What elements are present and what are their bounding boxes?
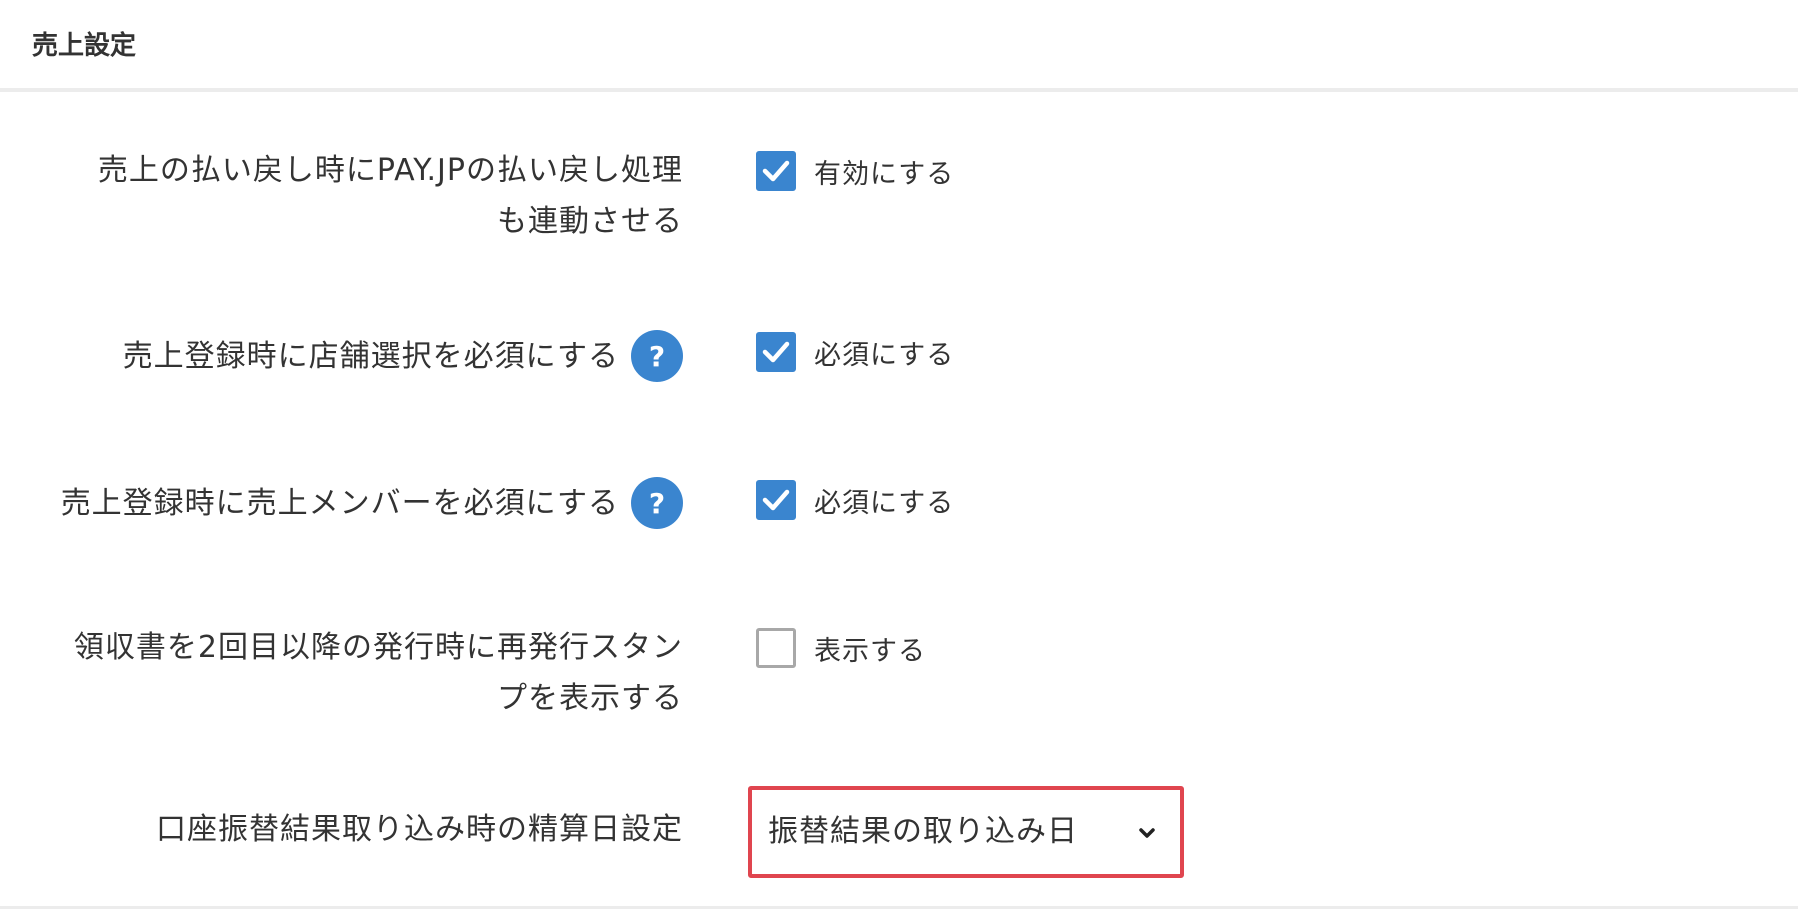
member-required-option-label[interactable]: 必須にする: [814, 481, 954, 520]
reissue-stamp-option-label[interactable]: 表示する: [814, 629, 926, 668]
chevron-down-icon: [1139, 828, 1155, 838]
setting-label-line: 売上の払い戻し時にPAY.JPの払い戻し処理: [97, 153, 683, 188]
setting-label-line: 領収書を2回目以降の発行時に再発行スタン: [73, 630, 683, 665]
check-icon: [762, 160, 790, 182]
setting-label-member-required: 売上登録時に売上メンバーを必須にする ?: [3, 477, 683, 529]
setting-label-line: プを表示する: [497, 681, 683, 716]
setting-label-text: 売上登録時に売上メンバーを必須にする: [60, 485, 619, 521]
setting-label-line: も連動させる: [497, 204, 683, 239]
setting-label-store-required: 売上登録時に店舗選択を必須にする ?: [3, 330, 683, 382]
question-icon[interactable]: ?: [631, 477, 683, 529]
store-required-option-label[interactable]: 必須にする: [814, 333, 954, 372]
setting-label-settlement-date: 口座振替結果取り込み時の精算日設定: [3, 804, 683, 855]
reissue-stamp-checkbox[interactable]: [756, 628, 796, 668]
payjp-refund-checkbox[interactable]: [756, 151, 796, 191]
setting-label-reissue-stamp: 領収書を2回目以降の発行時に再発行スタン プを表示する: [3, 622, 683, 724]
store-required-checkbox[interactable]: [756, 332, 796, 372]
payjp-refund-control: 有効にする: [756, 151, 954, 191]
section-bottom-divider: [0, 906, 1798, 909]
question-icon[interactable]: ?: [631, 330, 683, 382]
member-required-control: 必須にする: [756, 480, 954, 520]
settlement-date-select[interactable]: 振替結果の取り込み日: [748, 786, 1184, 878]
setting-label-payjp-refund: 売上の払い戻し時にPAY.JPの払い戻し処理 も連動させる: [3, 145, 683, 247]
section-title: 売上設定: [32, 31, 137, 61]
payjp-refund-option-label[interactable]: 有効にする: [814, 152, 954, 191]
settlement-date-select-value: 振替結果の取り込み日: [768, 814, 1078, 849]
check-icon: [762, 341, 790, 363]
check-icon: [762, 489, 790, 511]
section-header: 売上設定: [0, 0, 1798, 92]
setting-label-line: 口座振替結果取り込み時の精算日設定: [156, 812, 683, 847]
store-required-control: 必須にする: [756, 332, 954, 372]
setting-label-text: 売上登録時に店舗選択を必須にする: [122, 338, 619, 374]
member-required-checkbox[interactable]: [756, 480, 796, 520]
reissue-stamp-control: 表示する: [756, 628, 926, 668]
